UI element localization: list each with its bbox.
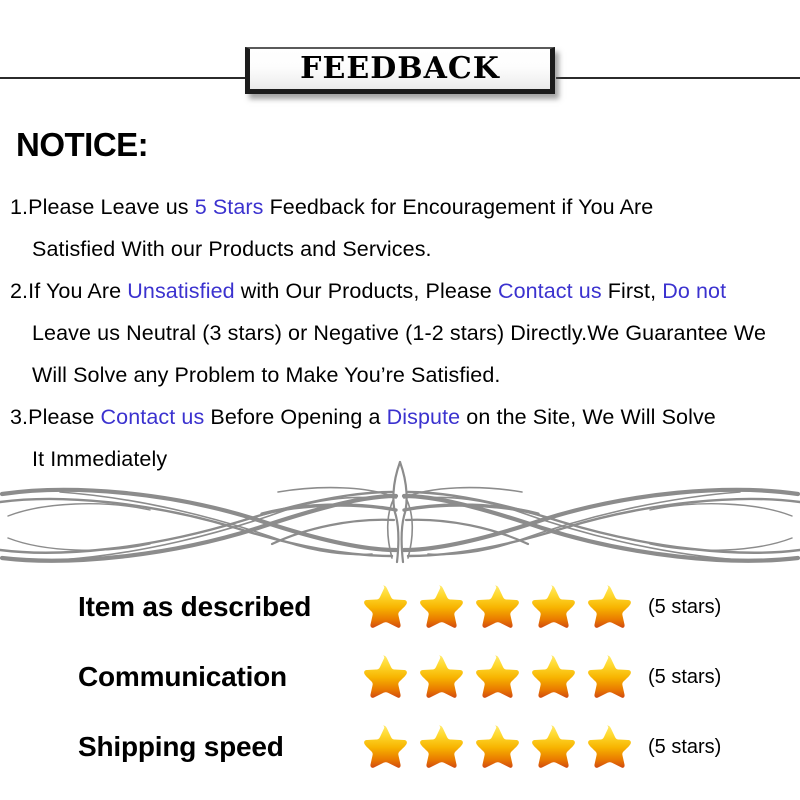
rating-count-label: (5 stars)	[648, 595, 722, 618]
notice-text: First,	[601, 279, 663, 303]
feedback-header: FEEDBACK	[0, 0, 800, 112]
rating-row: Item as described (5 stars)	[0, 572, 800, 642]
notice-highlight-text: Dispute	[386, 405, 461, 429]
star-icon	[532, 725, 575, 768]
notice-heading: NOTICE:	[16, 126, 149, 163]
notice-highlight-text: Do not	[662, 279, 727, 303]
flourish-divider	[0, 458, 800, 568]
feedback-banner: FEEDBACK	[245, 47, 555, 94]
star-icon	[532, 655, 575, 698]
star-icon	[476, 725, 519, 768]
rating-row: Shipping speed (5 stars)	[0, 712, 800, 782]
star-icon	[420, 725, 463, 768]
notice-text: 3.Please	[10, 405, 101, 429]
notice-line: Will Solve any Problem to Make You’re Sa…	[10, 354, 800, 396]
banner-title: FEEDBACK	[300, 50, 500, 86]
notice-text: on the Site, We Will Solve	[460, 405, 716, 429]
notice-text: Will Solve any Problem to Make You’re Sa…	[32, 363, 501, 387]
star-rating[interactable]	[358, 652, 632, 702]
ratings-list: Item as described (5 stars) Communication (…	[0, 572, 800, 782]
notice-text: Satisfied With our Products and Services…	[32, 237, 432, 261]
rating-count-label: (5 stars)	[648, 735, 722, 758]
star-icon	[420, 655, 463, 698]
notice-text: 2.If You Are	[10, 279, 128, 303]
notice-body: 1.Please Leave us 5 Stars Feedback for E…	[10, 186, 800, 480]
star-icon	[532, 585, 575, 628]
flourish-ornament-icon	[0, 460, 800, 564]
rating-label: Communication	[78, 661, 287, 692]
star-icon	[476, 655, 519, 698]
notice-text: Before Opening a	[204, 405, 387, 429]
rating-count-label: (5 stars)	[648, 665, 722, 688]
star-icon	[588, 725, 631, 768]
star-rating[interactable]	[358, 582, 632, 632]
star-icon	[588, 585, 631, 628]
notice-line: 2.If You Are Unsatisfied with Our Produc…	[10, 270, 800, 312]
notice-line: Satisfied With our Products and Services…	[10, 228, 800, 270]
header-rule-right	[556, 77, 800, 79]
rating-row: Communication (5 stars)	[0, 642, 800, 712]
notice-highlight-text: 5 Stars	[194, 195, 270, 219]
rating-label: Item as described	[78, 591, 312, 622]
star-icon	[420, 585, 463, 628]
star-icon	[364, 585, 407, 628]
notice-highlight-text: Unsatisfied	[127, 279, 235, 303]
star-icon	[364, 725, 407, 768]
star-icon	[588, 655, 631, 698]
star-icon	[364, 655, 407, 698]
star-icon	[476, 585, 519, 628]
star-rating[interactable]	[358, 722, 632, 772]
notice-line: 3.Please Contact us Before Opening a Dis…	[10, 396, 800, 438]
header-rule-left	[0, 77, 246, 79]
notice-text: 1.Please Leave us	[10, 195, 195, 219]
notice-line: Leave us Neutral (3 stars) or Negative (…	[10, 312, 800, 354]
notice-highlight-text: Contact us	[100, 405, 205, 429]
notice-text: Feedback for Encouragement if You Are	[269, 195, 654, 219]
rating-label: Shipping speed	[78, 731, 284, 762]
notice-line: 1.Please Leave us 5 Stars Feedback for E…	[10, 186, 800, 228]
notice-text: with Our Products, Please	[234, 279, 498, 303]
notice-highlight-text: Contact us	[497, 279, 602, 303]
notice-text: Leave us Neutral (3 stars) or Negative (…	[32, 321, 766, 345]
